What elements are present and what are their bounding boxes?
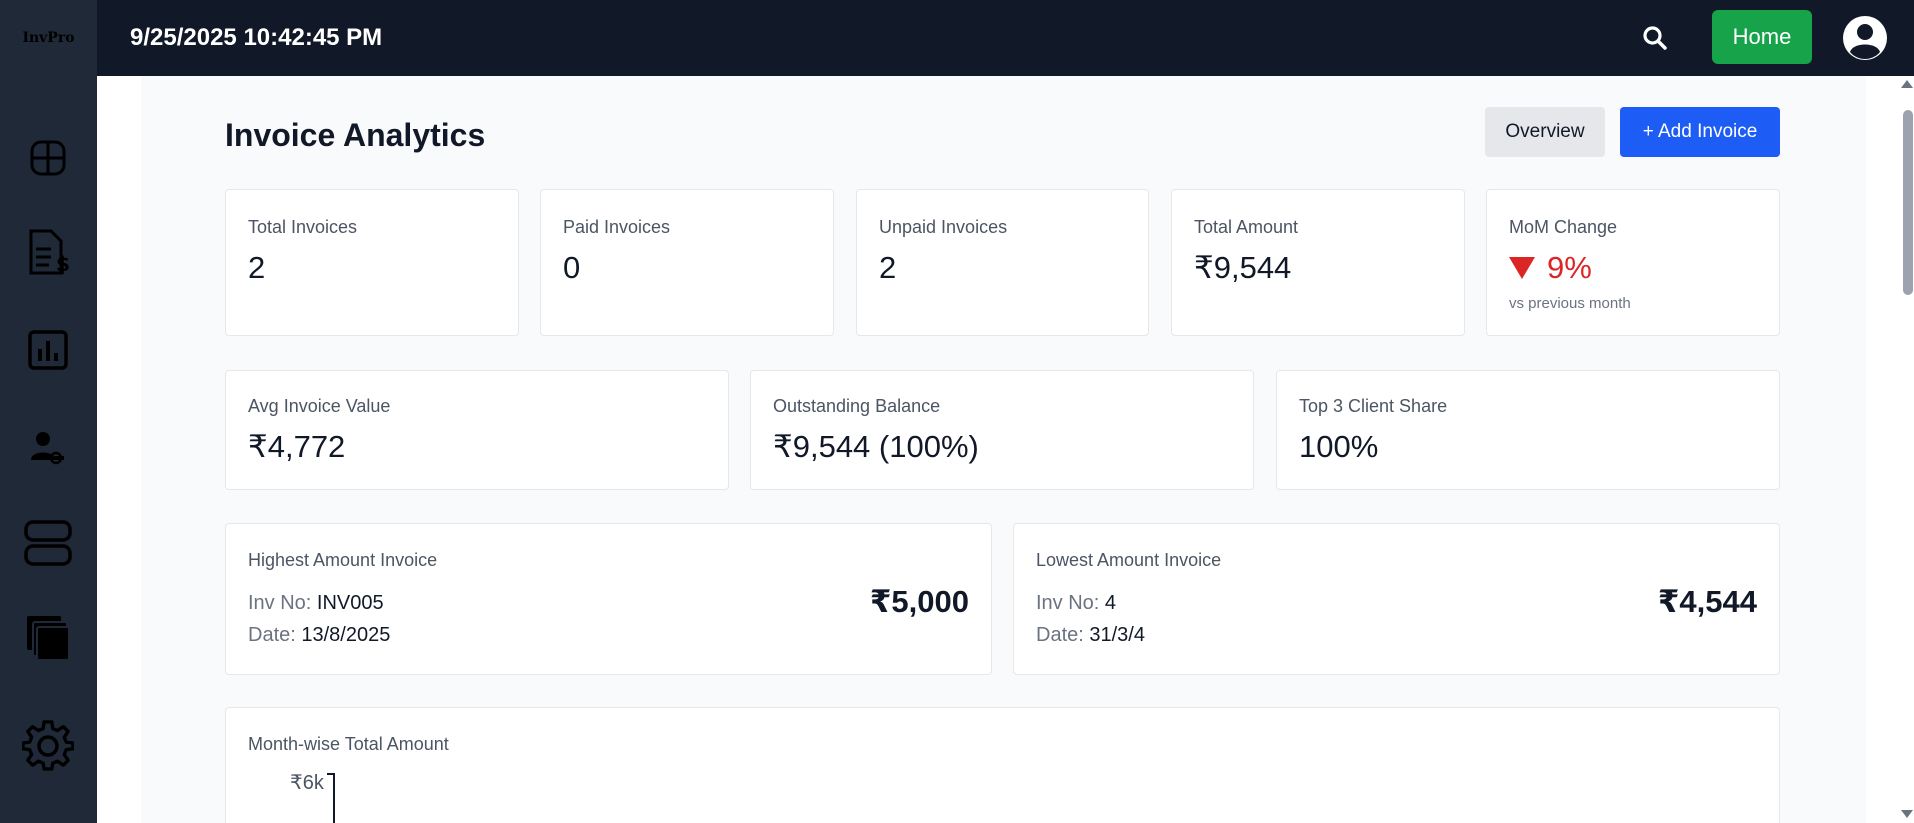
stat-label: Outstanding Balance	[773, 396, 941, 416]
stat-label: Paid Invoices	[563, 217, 671, 237]
stat-sub-label: vs previous month	[1509, 295, 1631, 312]
stat-label: MoM Change	[1509, 217, 1618, 237]
gear-icon[interactable]	[20, 718, 76, 774]
lowest-invoice-amount: ₹4,544	[1657, 584, 1757, 619]
stat-label: Unpaid Invoices	[879, 217, 1008, 237]
user-avatar-icon[interactable]	[1843, 16, 1887, 60]
home-button[interactable]: Home	[1712, 10, 1812, 64]
stat-card-outstanding: Outstanding Balance ₹9,544 (100%)	[750, 370, 1254, 490]
app-logo[interactable]: InvPro	[22, 30, 74, 46]
page-title: Invoice Analytics	[225, 117, 486, 153]
documents-icon[interactable]	[20, 610, 76, 666]
lowest-invoice-number: Inv No: 4	[1036, 592, 1116, 615]
mom-change-percent: 9%	[1547, 250, 1592, 285]
analytics-icon[interactable]	[20, 322, 76, 378]
y-axis-line	[333, 773, 335, 823]
date-value: 31/3/4	[1089, 624, 1145, 646]
stat-card-avg-invoice: Avg Invoice Value ₹4,772	[225, 370, 729, 490]
invoice-icon[interactable]: $	[20, 225, 76, 281]
stat-value: 2	[248, 250, 266, 285]
stat-label: Avg Invoice Value	[248, 396, 391, 416]
down-triangle-icon	[1509, 257, 1535, 279]
sidebar: InvPro $	[0, 0, 97, 823]
inv-no-value: INV005	[316, 592, 384, 614]
stat-card-unpaid-invoices: Unpaid Invoices 2	[856, 189, 1149, 336]
highest-invoice-card: Highest Amount Invoice Inv No: INV005 Da…	[225, 523, 992, 675]
stat-card-total-invoices: Total Invoices 2	[225, 189, 519, 336]
stat-label: Total Amount	[1194, 217, 1299, 237]
stat-card-paid-invoices: Paid Invoices 0	[540, 189, 834, 336]
logo-area: InvPro	[0, 0, 97, 76]
stat-label: Top 3 Client Share	[1299, 396, 1448, 416]
scroll-down-arrow-icon[interactable]	[1901, 810, 1913, 818]
stat-card-total-amount: Total Amount ₹9,544	[1171, 189, 1465, 336]
stat-value: 2	[879, 250, 897, 285]
search-icon[interactable]	[1637, 20, 1673, 56]
inv-no-value: 4	[1104, 592, 1117, 614]
dashboard-icon[interactable]	[20, 130, 76, 186]
stat-value: 100%	[1299, 429, 1379, 464]
month-chart-card: Month-wise Total Amount	[225, 707, 1780, 823]
date-label: Date:	[1036, 624, 1084, 646]
inv-no-label: Inv No:	[1036, 592, 1100, 614]
y-axis-tick: ₹6k	[290, 772, 324, 794]
stat-value: 0	[563, 250, 581, 285]
stat-card-mom-change: MoM Change 9% vs previous month	[1486, 189, 1780, 336]
stat-value: ₹4,772	[248, 429, 346, 464]
date-label: Date:	[248, 624, 296, 646]
top-bar: 9/25/2025 10:42:45 PM Home	[97, 0, 1914, 76]
date-value: 13/8/2025	[301, 624, 391, 646]
lowest-invoice-label: Lowest Amount Invoice	[1036, 550, 1222, 570]
lowest-invoice-date: Date: 31/3/4	[1036, 624, 1145, 647]
stat-value: ₹9,544 (100%)	[773, 429, 979, 464]
stat-card-top3-share: Top 3 Client Share 100%	[1276, 370, 1780, 490]
inv-no-label: Inv No:	[248, 592, 312, 614]
svg-text:$: $	[56, 252, 70, 276]
layout-icon[interactable]	[20, 515, 76, 571]
chart-title: Month-wise Total Amount	[248, 734, 449, 754]
stat-value: ₹9,544	[1194, 250, 1292, 285]
highest-invoice-amount: ₹5,000	[869, 584, 969, 619]
add-invoice-button[interactable]: + Add Invoice	[1620, 107, 1780, 157]
current-datetime: 9/25/2025 10:42:45 PM	[130, 24, 383, 51]
lowest-invoice-card: Lowest Amount Invoice Inv No: 4 Date: 31…	[1013, 523, 1780, 675]
stat-label: Total Invoices	[248, 217, 358, 237]
highest-invoice-number: Inv No: INV005	[248, 592, 384, 615]
overview-button[interactable]: Overview	[1485, 107, 1605, 157]
clients-icon[interactable]	[20, 420, 76, 476]
highest-invoice-label: Highest Amount Invoice	[248, 550, 438, 570]
scrollbar-thumb[interactable]	[1903, 110, 1913, 295]
mom-change-value: 9%	[1509, 250, 1592, 286]
highest-invoice-date: Date: 13/8/2025	[248, 624, 390, 647]
scroll-up-arrow-icon[interactable]	[1901, 80, 1913, 88]
